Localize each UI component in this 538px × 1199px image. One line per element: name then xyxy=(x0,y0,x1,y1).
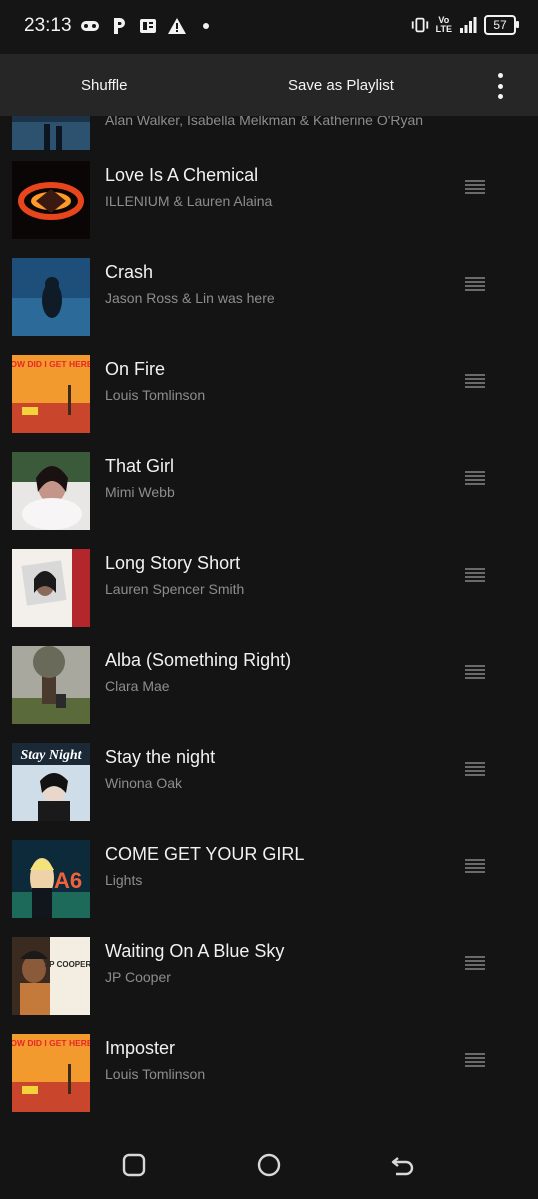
drag-handle-icon[interactable] xyxy=(465,180,485,194)
status-right-icons: Vo LTE 57 xyxy=(410,14,519,36)
track-row[interactable]: That Girl Mimi Webb xyxy=(0,441,538,538)
album-art: JP COOPER xyxy=(12,937,90,1015)
parking-icon xyxy=(109,15,129,37)
battery-icon: 57 xyxy=(484,15,519,35)
drag-handle-icon[interactable] xyxy=(465,1053,485,1067)
album-art xyxy=(12,646,90,724)
queue-toolbar: Shuffle Save as Playlist xyxy=(0,54,538,116)
back-icon[interactable] xyxy=(390,1152,416,1178)
track-title: Stay the night xyxy=(105,747,216,767)
drag-handle-icon[interactable] xyxy=(465,665,485,679)
drag-handle-icon[interactable] xyxy=(465,568,485,582)
home-icon[interactable] xyxy=(256,1152,282,1178)
track-row[interactable]: HOW DID I GET HERE? Imposter Louis Tomli… xyxy=(0,1023,538,1120)
track-artist: Lauren Spencer Smith xyxy=(105,581,245,597)
warning-icon xyxy=(167,15,187,37)
drag-handle-icon[interactable] xyxy=(465,762,485,776)
drag-handle-icon[interactable] xyxy=(465,374,485,388)
track-artist: Jason Ross & Lin was here xyxy=(105,290,275,306)
status-left-icons xyxy=(80,15,216,37)
album-art-text: HOW DID I GET HERE? xyxy=(12,1038,90,1048)
track-title: Long Story Short xyxy=(105,553,241,573)
track-artist: ILLENIUM & Lauren Alaina xyxy=(105,193,273,209)
album-art xyxy=(12,549,90,627)
track-row[interactable]: Alba (Something Right) Clara Mae xyxy=(0,635,538,732)
vibrate-icon xyxy=(410,14,430,36)
drag-handle-icon[interactable] xyxy=(465,956,485,970)
track-row[interactable]: Stay Night Stay the night Winona Oak xyxy=(0,732,538,829)
track-title: Crash xyxy=(105,262,154,282)
track-row[interactable]: Love Is A Chemical ILLENIUM & Lauren Ala… xyxy=(0,150,538,247)
drag-handle-icon[interactable] xyxy=(465,859,485,873)
status-time: 23:13 xyxy=(24,15,72,36)
album-art-text: Stay Night xyxy=(20,748,82,763)
dot-icon xyxy=(196,15,216,37)
track-row[interactable]: HOW DID I GET HERE? On Fire Louis Tomlin… xyxy=(0,344,538,441)
track-artist: Alan Walker, Isabella Melkman & Katherin… xyxy=(105,116,424,128)
navigation-bar xyxy=(0,1130,538,1199)
volte-icon: Vo LTE xyxy=(436,16,452,34)
track-title: COME GET YOUR GIRL xyxy=(105,844,305,864)
album-art: HOW DID I GET HERE? xyxy=(12,355,90,433)
album-art-text: HOW DID I GET HERE? xyxy=(12,359,90,369)
track-row[interactable]: Crash Jason Ross & Lin was here xyxy=(0,247,538,344)
track-title: Imposter xyxy=(105,1038,176,1058)
track-artist: Lights xyxy=(105,872,143,888)
track-title: Waiting On A Blue Sky xyxy=(105,941,285,961)
more-vert-icon[interactable] xyxy=(488,73,512,99)
album-art xyxy=(12,161,90,239)
album-art xyxy=(12,452,90,530)
news-icon xyxy=(138,15,158,37)
track-list[interactable]: Alan Walker, Isabella Melkman & Katherin… xyxy=(0,116,538,1130)
status-bar: 23:13 Vo LTE 57 xyxy=(0,0,538,54)
track-artist: Louis Tomlinson xyxy=(105,1066,206,1082)
track-artist: Louis Tomlinson xyxy=(105,387,206,403)
album-art-text: A6 xyxy=(54,868,82,893)
recents-icon[interactable] xyxy=(121,1152,147,1178)
album-art: A6 xyxy=(12,840,90,918)
track-artist: Winona Oak xyxy=(105,775,183,791)
track-title: On Fire xyxy=(105,359,166,379)
volte-bottom-label: LTE xyxy=(435,24,452,34)
drag-handle-icon[interactable] xyxy=(465,471,485,485)
album-art xyxy=(12,258,90,336)
track-title: Love Is A Chemical xyxy=(105,165,259,185)
battery-level: 57 xyxy=(493,18,507,32)
track-row[interactable]: A6 COME GET YOUR GIRL Lights xyxy=(0,829,538,926)
album-art: Stay Night xyxy=(12,743,90,821)
save-as-playlist-button[interactable]: Save as Playlist xyxy=(288,54,394,116)
gamepad-icon xyxy=(80,15,100,37)
track-title: Alba (Something Right) xyxy=(105,650,292,670)
signal-icon xyxy=(458,14,478,36)
album-art-text: JP COOPER xyxy=(45,960,90,969)
album-art: HOW DID I GET HERE? xyxy=(12,1034,90,1112)
track-row[interactable]: Alan Walker, Isabella Melkman & Katherin… xyxy=(0,116,538,150)
track-title: That Girl xyxy=(105,456,175,476)
album-art xyxy=(12,116,90,150)
track-artist: JP Cooper xyxy=(105,969,171,985)
track-artist: Mimi Webb xyxy=(105,484,175,500)
drag-handle-icon[interactable] xyxy=(465,277,485,291)
track-row[interactable]: Long Story Short Lauren Spencer Smith xyxy=(0,538,538,635)
track-artist: Clara Mae xyxy=(105,678,170,694)
track-row[interactable]: JP COOPER Waiting On A Blue Sky JP Coope… xyxy=(0,926,538,1023)
shuffle-button[interactable]: Shuffle xyxy=(81,54,127,116)
